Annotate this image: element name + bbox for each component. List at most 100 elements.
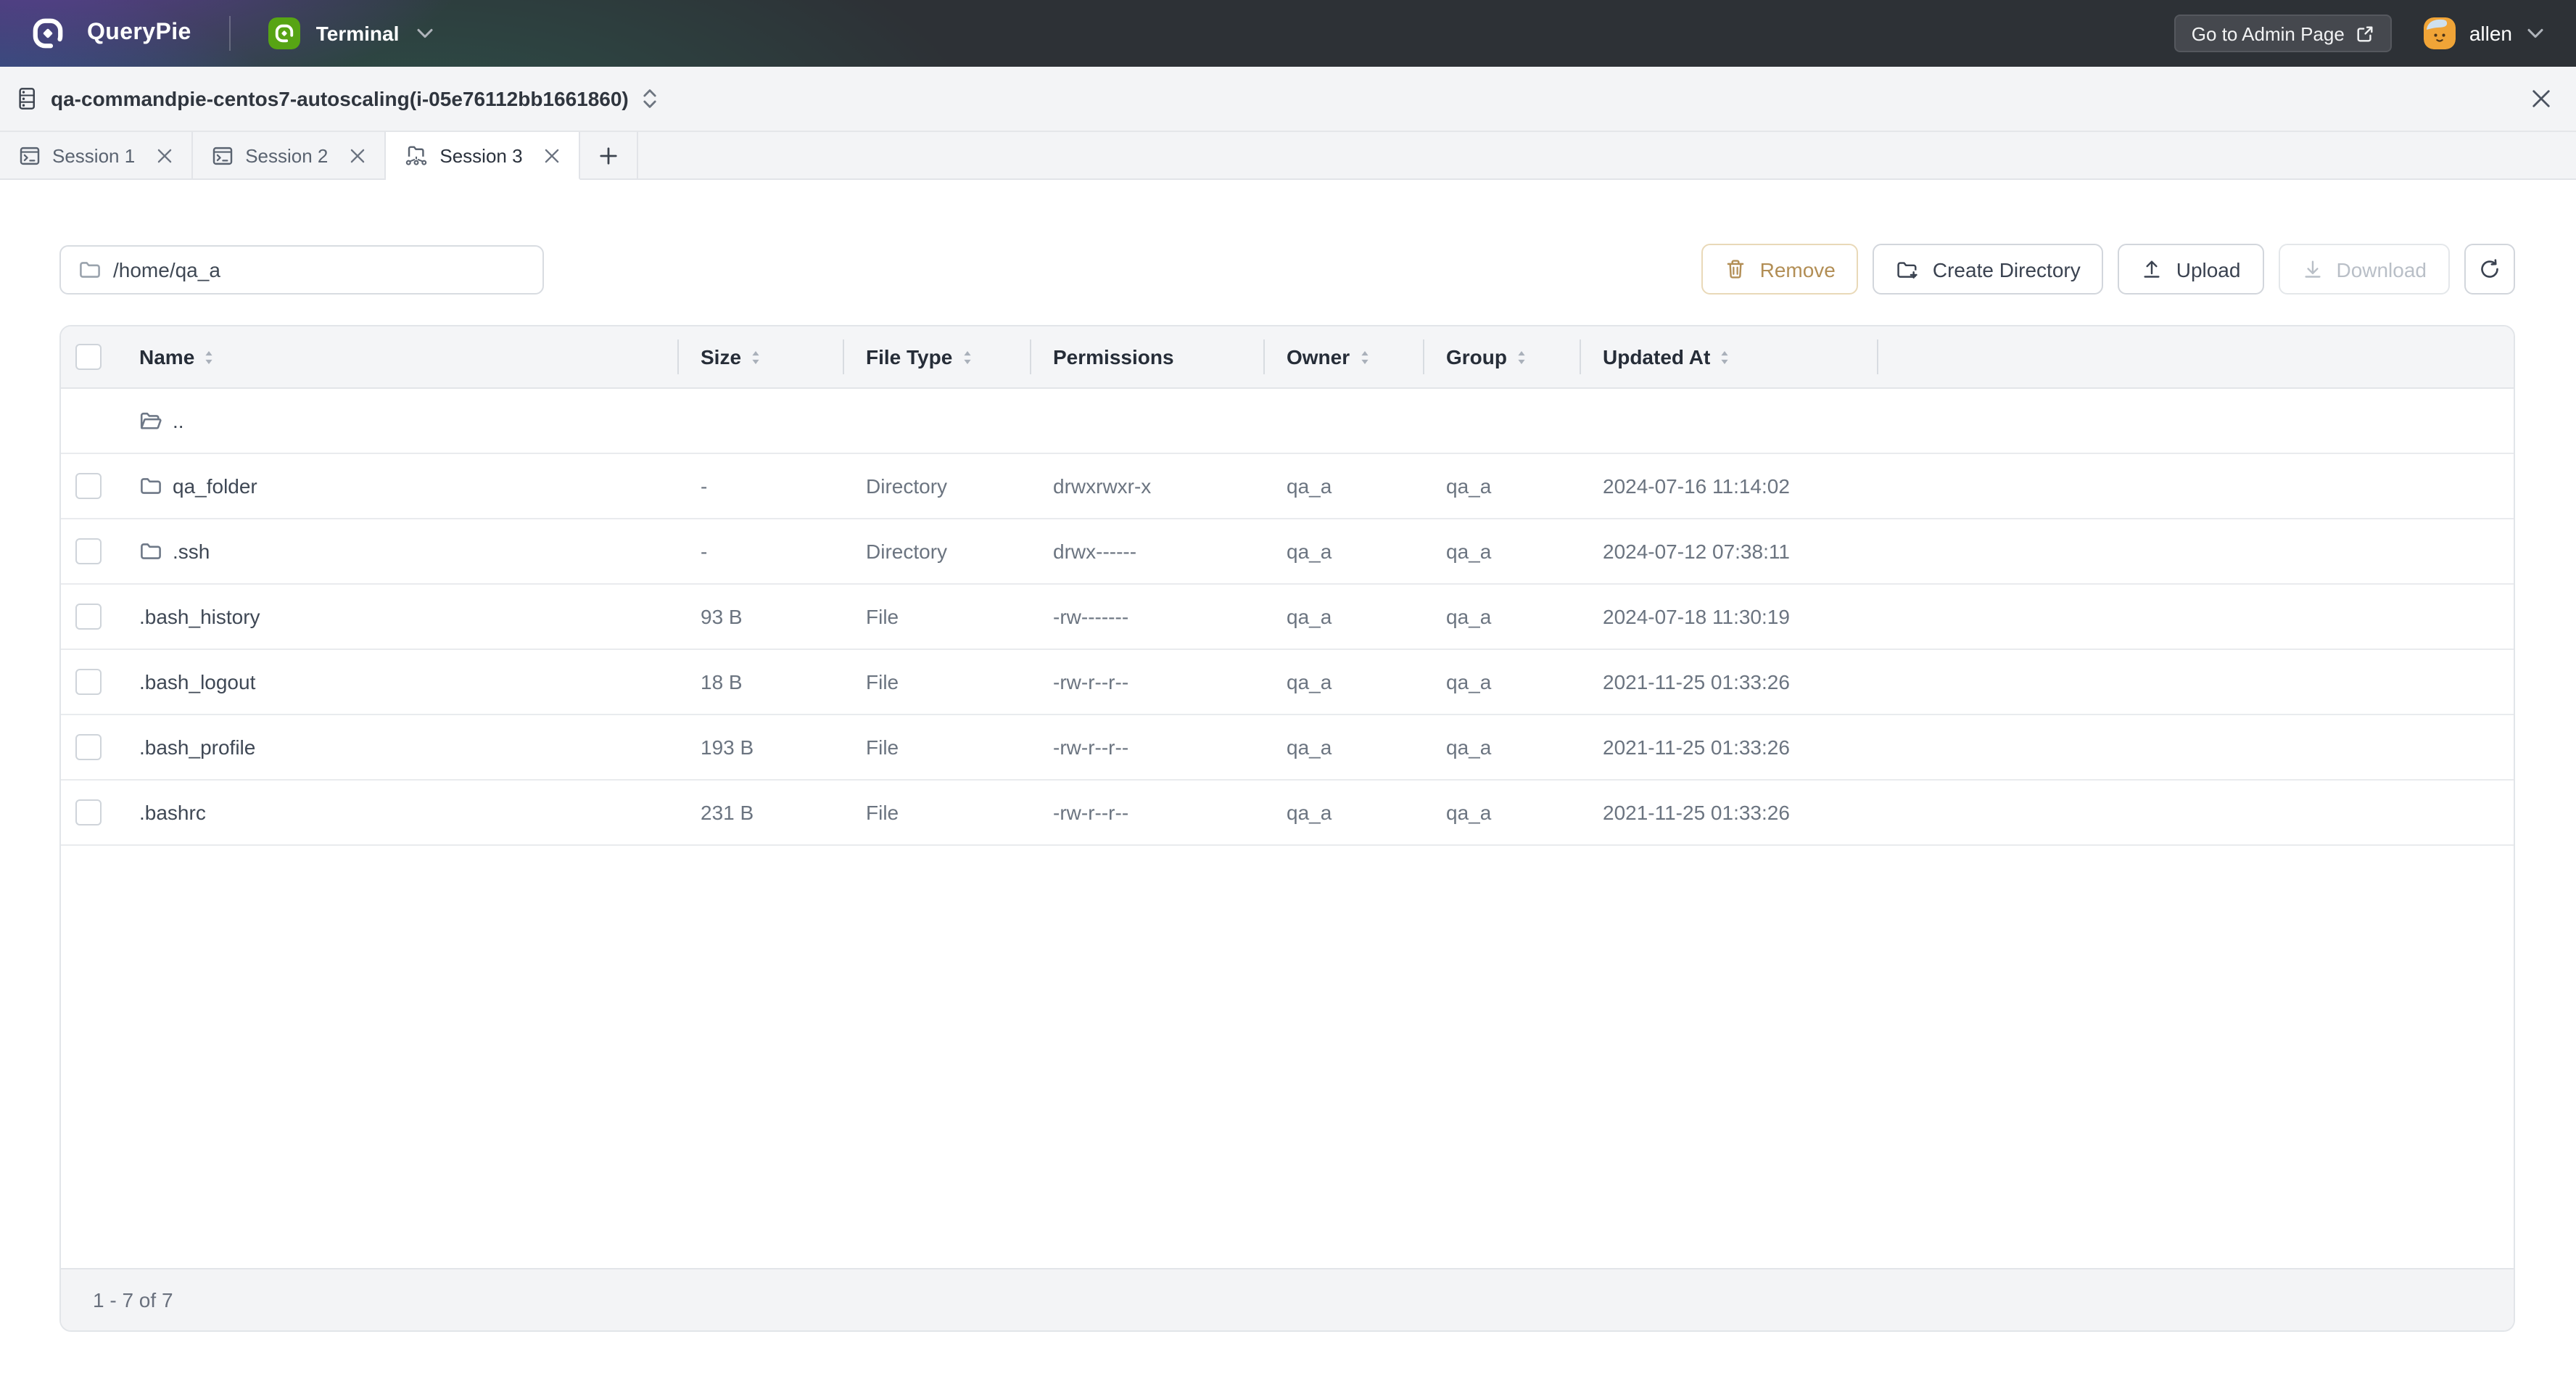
- top-navbar: QueryPie Terminal Go to Admin Page: [0, 0, 2576, 67]
- refresh-button[interactable]: [2464, 244, 2515, 295]
- column-header-updated-at[interactable]: Updated At: [1580, 326, 1877, 387]
- file-type: Directory: [843, 454, 1030, 518]
- file-name: .ssh: [173, 540, 210, 563]
- terminal-window-icon: [19, 144, 41, 166]
- tab-label: Session 3: [439, 144, 522, 166]
- table-header: Name Size File Type Permissions Owner: [61, 326, 2514, 389]
- session-close-icon[interactable]: [2531, 88, 2551, 109]
- download-label: Download: [2336, 258, 2427, 281]
- file-name: qa_folder: [173, 474, 257, 498]
- user-name: allen: [2469, 22, 2512, 45]
- querypie-terminal-window: QueryPie Terminal Go to Admin Page: [0, 0, 2576, 1400]
- row-checkbox[interactable]: [75, 604, 102, 630]
- table-row-parent-directory[interactable]: ..: [61, 389, 2514, 454]
- tab-session-1[interactable]: Session 1: [0, 132, 193, 180]
- session-selector-icon[interactable]: [643, 87, 658, 110]
- path-input[interactable]: /home/qa_a: [59, 244, 544, 294]
- tab-session-3[interactable]: Session 3: [386, 132, 580, 180]
- table-row[interactable]: .bashrc 231 B File -rw-r--r-- qa_a qa_a …: [61, 781, 2514, 846]
- trash-icon: [1725, 258, 1747, 280]
- column-header-filler: [1877, 326, 2514, 387]
- file-name: .bash_logout: [139, 670, 255, 693]
- row-checkbox[interactable]: [75, 473, 102, 499]
- download-button[interactable]: Download: [2278, 244, 2450, 295]
- upload-label: Upload: [2176, 258, 2241, 281]
- brand-name: QueryPie: [87, 20, 191, 46]
- querypie-logo-icon: [32, 17, 64, 49]
- file-updated-at: 2021-11-25 01:33:26: [1580, 650, 1877, 714]
- upload-button[interactable]: Upload: [2118, 244, 2264, 295]
- file-owner: qa_a: [1263, 781, 1423, 844]
- file-owner: qa_a: [1263, 585, 1423, 648]
- table-row[interactable]: .bash_history 93 B File -rw------- qa_a …: [61, 585, 2514, 650]
- tab-label: Session 2: [245, 144, 328, 166]
- sftp-content: /home/qa_a Remove: [0, 244, 2576, 1332]
- pagination-summary: 1 - 7 of 7: [93, 1288, 173, 1312]
- column-header-group[interactable]: Group: [1423, 326, 1580, 387]
- parent-directory-label: ..: [173, 409, 184, 432]
- table-footer: 1 - 7 of 7: [61, 1268, 2514, 1330]
- file-updated-at: 2024-07-16 11:14:02: [1580, 454, 1877, 518]
- file-group: qa_a: [1423, 585, 1580, 648]
- row-checkbox[interactable]: [75, 734, 102, 760]
- go-to-admin-page-button[interactable]: Go to Admin Page: [2174, 15, 2393, 52]
- file-name: .bash_profile: [139, 736, 255, 759]
- row-checkbox[interactable]: [75, 669, 102, 695]
- tab-label: Session 1: [52, 144, 135, 166]
- file-type: File: [843, 715, 1030, 779]
- file-type: File: [843, 650, 1030, 714]
- refresh-icon: [2479, 258, 2501, 280]
- server-icon: [16, 87, 38, 110]
- file-permissions: -rw-r--r--: [1030, 650, 1263, 714]
- terminal-product-icon: [268, 17, 300, 49]
- remove-button[interactable]: Remove: [1702, 244, 1859, 295]
- folder-icon: [139, 540, 162, 563]
- row-checkbox[interactable]: [75, 538, 102, 564]
- terminal-window-icon: [212, 144, 234, 166]
- sort-icon: [1516, 349, 1527, 365]
- table-spacer: [61, 846, 2514, 1268]
- row-checkbox[interactable]: [75, 799, 102, 825]
- user-chevron-down-icon: [2527, 28, 2544, 39]
- file-type: Directory: [843, 519, 1030, 583]
- file-size: 18 B: [677, 650, 843, 714]
- file-permissions: -rw-r--r--: [1030, 781, 1263, 844]
- column-header-file-type[interactable]: File Type: [843, 326, 1030, 387]
- column-header-size[interactable]: Size: [677, 326, 843, 387]
- file-permissions: -rw-r--r--: [1030, 715, 1263, 779]
- tab-session-2[interactable]: Session 2: [193, 132, 386, 180]
- file-updated-at: 2024-07-12 07:38:11: [1580, 519, 1877, 583]
- sort-icon: [750, 349, 761, 365]
- remove-label: Remove: [1760, 258, 1836, 281]
- tab-close-icon[interactable]: [157, 147, 173, 163]
- column-header-permissions: Permissions: [1030, 326, 1263, 387]
- file-name: .bashrc: [139, 801, 206, 824]
- select-all-checkbox[interactable]: [75, 344, 102, 370]
- tab-close-icon[interactable]: [545, 147, 561, 163]
- table-row[interactable]: .bash_profile 193 B File -rw-r--r-- qa_a…: [61, 715, 2514, 781]
- sort-icon: [1358, 349, 1370, 365]
- table-row[interactable]: .ssh - Directory drwx------ qa_a qa_a 20…: [61, 519, 2514, 585]
- session-tabs-bar: Session 1 Session 2: [0, 132, 2576, 180]
- file-group: qa_a: [1423, 519, 1580, 583]
- open-folder-icon: [139, 409, 162, 432]
- user-menu[interactable]: allen: [2424, 17, 2544, 49]
- create-directory-label: Create Directory: [1933, 258, 2081, 281]
- file-updated-at: 2024-07-18 11:30:19: [1580, 585, 1877, 648]
- sort-icon: [1719, 349, 1730, 365]
- file-owner: qa_a: [1263, 650, 1423, 714]
- file-group: qa_a: [1423, 781, 1580, 844]
- table-row[interactable]: qa_folder - Directory drwxrwxr-x qa_a qa…: [61, 454, 2514, 519]
- table-row[interactable]: .bash_logout 18 B File -rw-r--r-- qa_a q…: [61, 650, 2514, 715]
- add-session-tab-button[interactable]: [581, 132, 639, 180]
- product-switcher[interactable]: Terminal: [268, 17, 434, 49]
- column-header-name[interactable]: Name: [125, 326, 677, 387]
- download-icon: [2301, 258, 2323, 280]
- create-directory-button[interactable]: Create Directory: [1873, 244, 2104, 295]
- tab-close-icon[interactable]: [350, 147, 366, 163]
- navbar-divider: [229, 16, 231, 51]
- folder-icon: [78, 258, 102, 281]
- file-updated-at: 2021-11-25 01:33:26: [1580, 715, 1877, 779]
- external-link-icon: [2356, 24, 2375, 43]
- column-header-owner[interactable]: Owner: [1263, 326, 1423, 387]
